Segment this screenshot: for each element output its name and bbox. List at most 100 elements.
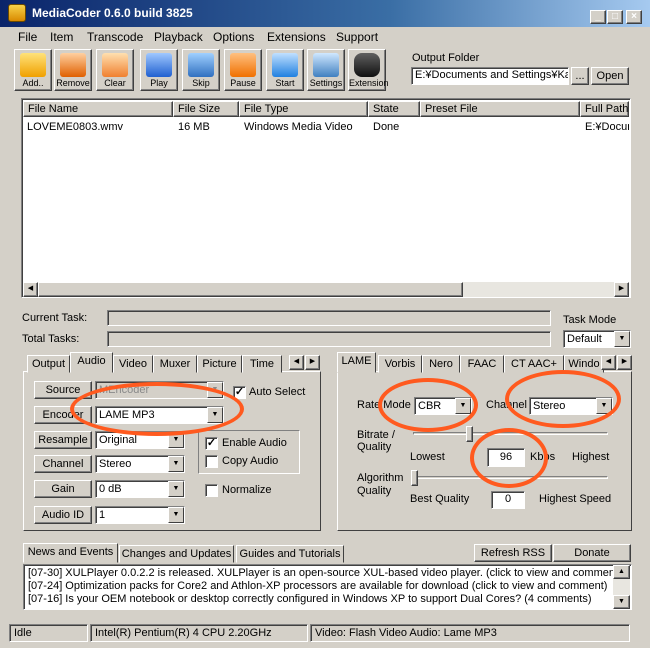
chevron-down-icon[interactable]: ▼ <box>168 481 184 497</box>
channel-button[interactable]: Channel <box>34 455 92 473</box>
play-button[interactable]: Play <box>140 49 178 91</box>
maximize-button[interactable]: □ <box>607 10 623 24</box>
browse-button[interactable]: ... <box>571 67 589 85</box>
tab-scroll-left-icon[interactable]: ◀ <box>289 355 304 370</box>
news-item[interactable]: [07-24] Optimization packs for Core2 and… <box>28 580 607 593</box>
tab-picture[interactable]: Picture <box>197 355 242 373</box>
algorithm-label: Algorithm <box>357 472 404 484</box>
menu-item[interactable]: Item <box>50 30 73 44</box>
bitrate-input[interactable]: 96 <box>487 448 525 467</box>
skip-button[interactable]: Skip <box>182 49 220 91</box>
task-mode-select[interactable]: Default ▼ <box>563 330 631 348</box>
refresh-rss-button[interactable]: Refresh RSS <box>474 544 552 562</box>
algorithm-input[interactable]: 0 <box>491 491 525 509</box>
scroll-right-icon[interactable]: ▶ <box>614 282 629 297</box>
tab-output[interactable]: Output <box>27 355 70 373</box>
scroll-up-icon[interactable]: ▲ <box>613 565 630 579</box>
add-icon <box>20 53 46 77</box>
normalize-label: Normalize <box>222 484 272 496</box>
menu-playback[interactable]: Playback <box>154 30 203 44</box>
title-bar[interactable]: MediaCoder 0.6.0 build 3825 _ □ × <box>0 0 650 27</box>
chevron-down-icon[interactable]: ▼ <box>168 432 184 448</box>
tab-news-and-events[interactable]: News and Events <box>23 543 118 563</box>
open-button[interactable]: Open <box>591 67 629 85</box>
menu-extensions[interactable]: Extensions <box>267 30 326 44</box>
algorithm-slider[interactable] <box>413 476 608 479</box>
source-button[interactable]: Source <box>34 381 92 399</box>
close-button[interactable]: × <box>626 10 642 24</box>
encoder-button[interactable]: Encoder <box>34 406 92 424</box>
clear-icon <box>102 53 128 77</box>
tab-windows[interactable]: Windo <box>564 355 604 373</box>
tab-audio[interactable]: Audio <box>70 352 113 373</box>
right-tab-scroll-left-icon[interactable]: ◀ <box>601 355 616 370</box>
resample-select[interactable]: Original ▼ <box>95 431 185 449</box>
tab-nero[interactable]: Nero <box>422 355 460 373</box>
gain-button[interactable]: Gain <box>34 480 92 498</box>
auto-select-checkbox[interactable]: ✓ <box>233 386 246 399</box>
column-header-preset-file[interactable]: Preset File <box>420 101 580 117</box>
normalize-checkbox[interactable] <box>205 484 218 497</box>
tab-video[interactable]: Video <box>113 355 153 373</box>
tab-ct-aac[interactable]: CT AAC+ <box>504 355 564 373</box>
source-select[interactable]: MEncoder ▼ <box>95 381 224 399</box>
remove-button[interactable]: Remove <box>54 49 92 91</box>
pause-button[interactable]: Pause <box>224 49 262 91</box>
bitrate-slider[interactable] <box>413 432 608 435</box>
tab-time[interactable]: Time <box>242 355 282 373</box>
encoder-select[interactable]: LAME MP3 ▼ <box>95 406 224 424</box>
bitrate-slider-thumb[interactable] <box>466 426 473 442</box>
algorithm-slider-thumb[interactable] <box>411 470 418 486</box>
gain-select[interactable]: 0 dB ▼ <box>95 480 185 498</box>
tab-scroll-right-icon[interactable]: ▶ <box>305 355 320 370</box>
channel-select[interactable]: Stereo ▼ <box>95 455 185 473</box>
chevron-down-icon[interactable]: ▼ <box>614 331 630 347</box>
tab-lame[interactable]: LAME <box>337 352 376 373</box>
chevron-down-icon[interactable]: ▼ <box>168 456 184 472</box>
chevron-down-icon[interactable]: ▼ <box>207 407 223 423</box>
column-header-full-path[interactable]: Full Path <box>580 101 629 117</box>
lame-channel-select[interactable]: Stereo ▼ <box>529 397 613 415</box>
tab-muxer[interactable]: Muxer <box>153 355 197 373</box>
tab-vorbis[interactable]: Vorbis <box>378 355 422 373</box>
menu-file[interactable]: File <box>18 30 37 44</box>
resample-button[interactable]: Resample <box>34 431 92 449</box>
column-header-state[interactable]: State <box>368 101 420 117</box>
start-button[interactable]: Start <box>266 49 304 91</box>
enable-audio-checkbox[interactable]: ✓ <box>205 437 218 450</box>
chevron-down-icon[interactable]: ▼ <box>455 398 471 414</box>
chevron-down-icon[interactable]: ▼ <box>596 398 612 414</box>
extension-button[interactable]: Extension <box>348 49 389 91</box>
column-header-file-type[interactable]: File Type <box>239 101 368 117</box>
column-header-file-size[interactable]: File Size <box>173 101 239 117</box>
minimize-button[interactable]: _ <box>590 10 606 24</box>
audio-id-button[interactable]: Audio ID <box>34 506 92 524</box>
chevron-down-icon[interactable]: ▼ <box>207 382 223 398</box>
clear-button[interactable]: Clear <box>96 49 134 91</box>
right-tab-scroll-right-icon[interactable]: ▶ <box>617 355 632 370</box>
column-header-file-name[interactable]: File Name <box>23 101 173 117</box>
tab-faac[interactable]: FAAC <box>460 355 504 373</box>
news-list[interactable]: [07-30] XULPlayer 0.0.2.2 is released. X… <box>23 564 632 610</box>
donate-button[interactable]: Donate <box>553 544 631 562</box>
settings-button[interactable]: Settings <box>307 49 345 91</box>
news-item[interactable]: [07-16] Is your OEM notebook or desktop … <box>28 593 592 606</box>
news-item[interactable]: [07-30] XULPlayer 0.0.2.2 is released. X… <box>28 567 622 580</box>
copy-audio-checkbox[interactable] <box>205 455 218 468</box>
add-button[interactable]: Add.. <box>14 49 52 91</box>
rate-mode-select[interactable]: CBR ▼ <box>414 397 472 415</box>
chevron-down-icon[interactable]: ▼ <box>168 507 184 523</box>
audio-id-select[interactable]: 1 ▼ <box>95 506 185 524</box>
kbps-label: Kbps <box>530 451 556 463</box>
window-title: MediaCoder 0.6.0 build 3825 <box>32 6 193 20</box>
tab-changes-and-updates[interactable]: Changes and Updates <box>119 545 234 563</box>
output-folder-input[interactable]: E:¥Documents and Settings¥Ka <box>411 67 569 85</box>
scroll-left-icon[interactable]: ◀ <box>23 282 38 297</box>
app-icon <box>8 4 26 22</box>
menu-support[interactable]: Support <box>336 30 378 44</box>
scrollbar-thumb[interactable] <box>38 282 463 297</box>
tab-guides-and-tutorials[interactable]: Guides and Tutorials <box>236 545 344 563</box>
scroll-down-icon[interactable]: ▼ <box>613 595 630 609</box>
menu-transcode[interactable]: Transcode <box>87 30 143 44</box>
menu-options[interactable]: Options <box>213 30 254 44</box>
